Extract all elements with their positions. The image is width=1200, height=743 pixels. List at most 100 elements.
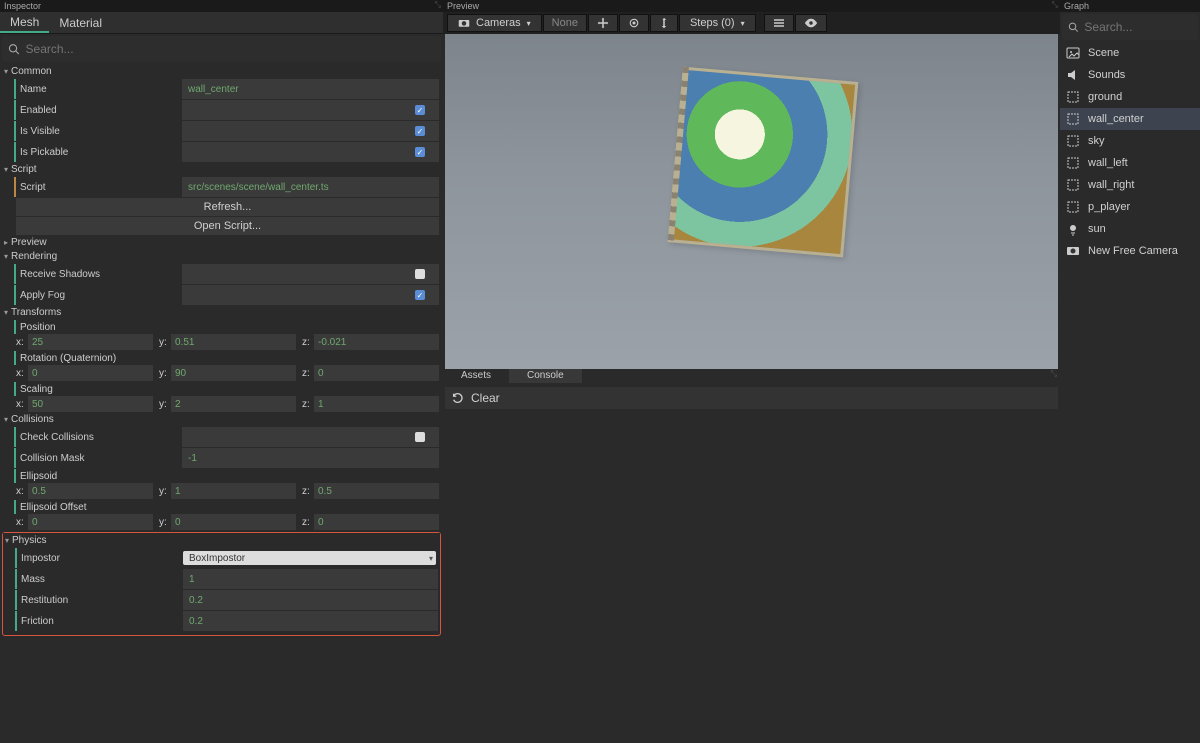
cameras-dropdown[interactable]: Cameras▾ — [447, 14, 542, 32]
pos-y[interactable]: 0.51 — [171, 334, 296, 350]
section-rendering[interactable]: Rendering — [2, 249, 441, 263]
pos-x[interactable]: 25 — [28, 334, 153, 350]
menu-button[interactable] — [764, 14, 794, 32]
speaker-icon — [1066, 68, 1080, 82]
scl-z[interactable]: 1 — [314, 396, 439, 412]
section-physics[interactable]: Physics — [3, 533, 440, 547]
graph-item-wall_center[interactable]: wall_center — [1060, 108, 1200, 130]
graph-item-label: ground — [1088, 91, 1122, 103]
section-collisions[interactable]: Collisions — [2, 412, 441, 426]
visibility-button[interactable] — [795, 14, 827, 32]
section-script[interactable]: Script — [2, 162, 441, 176]
ell-z[interactable]: 0.5 — [314, 483, 439, 499]
light-icon — [1066, 222, 1080, 236]
graph-item-scene[interactable]: Scene — [1060, 42, 1200, 64]
graph-item-sun[interactable]: sun — [1060, 218, 1200, 240]
graph-item-label: wall_left — [1088, 157, 1128, 169]
mesh-wall-center[interactable] — [668, 67, 859, 258]
search-icon — [1068, 21, 1078, 33]
graph-search[interactable] — [1062, 14, 1198, 40]
pos-z[interactable]: -0.021 — [314, 334, 439, 350]
rot-z[interactable]: 0 — [314, 365, 439, 381]
rotation-xyz: x:0 y:90 z:0 — [16, 365, 439, 381]
console-output — [443, 409, 1060, 743]
section-preview[interactable]: Preview — [2, 235, 441, 249]
graph-search-input[interactable] — [1084, 20, 1192, 34]
ell-y[interactable]: 1 — [171, 483, 296, 499]
check-collisions-checkbox[interactable] — [415, 432, 425, 442]
tab-assets[interactable]: Assets — [443, 369, 509, 383]
script-path[interactable]: src/scenes/scene/wall_center.ts — [182, 177, 439, 197]
friction-input[interactable]: 0.2 — [183, 611, 438, 631]
row-pickable: Is Pickable✓ — [14, 142, 441, 162]
mesh-icon — [1066, 134, 1080, 148]
scl-y[interactable]: 2 — [171, 396, 296, 412]
off-x[interactable]: 0 — [28, 514, 153, 530]
row-friction: Friction0.2 — [15, 611, 440, 631]
rotate-icon — [628, 17, 640, 29]
name-input[interactable]: wall_center — [182, 79, 439, 99]
scl-x[interactable]: 50 — [28, 396, 153, 412]
row-mass: Mass1 — [15, 569, 440, 589]
section-transforms[interactable]: Transforms — [2, 305, 441, 319]
impostor-select[interactable]: BoxImpostor — [183, 551, 436, 565]
apply-fog-checkbox[interactable]: ✓ — [415, 290, 425, 300]
mesh-icon — [1066, 90, 1080, 104]
graph-item-new-free-camera[interactable]: New Free Camera — [1060, 240, 1200, 262]
hamburger-icon — [773, 18, 785, 28]
graph-item-ground[interactable]: ground — [1060, 86, 1200, 108]
graph-item-wall_right[interactable]: wall_right — [1060, 174, 1200, 196]
scale-tool[interactable] — [650, 14, 678, 32]
ell-x[interactable]: 0.5 — [28, 483, 153, 499]
inspector-search-input[interactable] — [26, 42, 435, 56]
section-common[interactable]: Common — [2, 64, 441, 78]
tab-mesh[interactable]: Mesh — [0, 12, 49, 33]
row-collision-mask: Collision Mask-1 — [14, 448, 441, 468]
none-button[interactable]: None — [543, 14, 587, 32]
graph-item-wall_left[interactable]: wall_left — [1060, 152, 1200, 174]
collision-mask-input[interactable]: -1 — [182, 448, 439, 468]
graph-item-sky[interactable]: sky — [1060, 130, 1200, 152]
clear-icon — [451, 391, 465, 405]
mass-input[interactable]: 1 — [183, 569, 438, 589]
graph-header: Graph — [1060, 0, 1200, 12]
inspector-header: Inspector⤡ — [0, 0, 443, 12]
row-check-collisions: Check Collisions — [14, 427, 441, 447]
position-xyz: x:25 y:0.51 z:-0.021 — [16, 334, 439, 350]
row-name: Namewall_center — [14, 79, 441, 99]
off-z[interactable]: 0 — [314, 514, 439, 530]
rot-x[interactable]: 0 — [28, 365, 153, 381]
visible-checkbox[interactable]: ✓ — [415, 126, 425, 136]
steps-dropdown[interactable]: Steps (0)▾ — [679, 14, 756, 32]
preview-toolbar: Cameras▾ None Steps (0)▾ — [443, 12, 1060, 34]
ellipsoid-xyz: x:0.5 y:1 z:0.5 — [16, 483, 439, 499]
graph-item-p_player[interactable]: p_player — [1060, 196, 1200, 218]
pickable-checkbox[interactable]: ✓ — [415, 147, 425, 157]
refresh-button[interactable]: Refresh... — [16, 198, 439, 216]
tab-material[interactable]: Material — [49, 12, 112, 33]
graph-item-sounds[interactable]: Sounds — [1060, 64, 1200, 86]
inspector-search[interactable] — [2, 36, 441, 62]
open-script-button[interactable]: Open Script... — [16, 217, 439, 235]
move-tool[interactable] — [588, 14, 618, 32]
resize-handle[interactable]: ⤡ — [435, 0, 441, 10]
resize-handle-bottom[interactable]: ⤡ — [1048, 369, 1060, 383]
restitution-input[interactable]: 0.2 — [183, 590, 438, 610]
viewport-3d[interactable] — [445, 34, 1058, 369]
eye-icon — [804, 18, 818, 28]
rot-y[interactable]: 90 — [171, 365, 296, 381]
resize-handle-mid[interactable]: ⤡ — [1052, 0, 1058, 10]
mesh-icon — [1066, 112, 1080, 126]
tab-console[interactable]: Console — [509, 369, 582, 383]
row-restitution: Restitution0.2 — [15, 590, 440, 610]
clear-button[interactable]: Clear — [471, 391, 500, 405]
receive-shadows-checkbox[interactable] — [415, 269, 425, 279]
inspector-tabs: Mesh Material — [0, 12, 443, 34]
off-y[interactable]: 0 — [171, 514, 296, 530]
camera-icon — [1066, 244, 1080, 258]
label-ellipsoid: Ellipsoid — [20, 471, 57, 482]
rotate-tool[interactable] — [619, 14, 649, 32]
camera-icon — [458, 18, 470, 28]
enabled-checkbox[interactable]: ✓ — [415, 105, 425, 115]
row-apply-fog: Apply Fog✓ — [14, 285, 441, 305]
